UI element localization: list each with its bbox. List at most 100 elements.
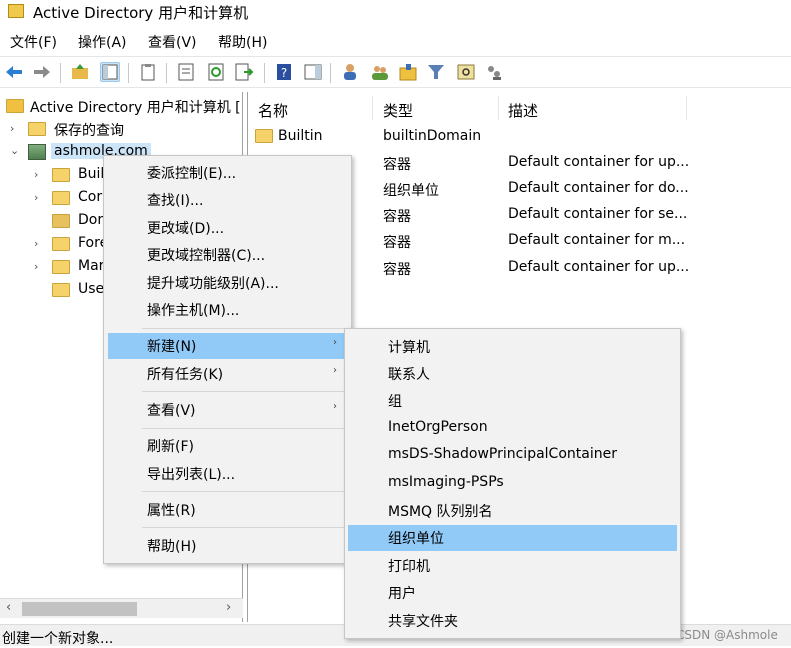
column-header-name[interactable]: 名称 xyxy=(258,100,288,121)
ou-folder-icon xyxy=(52,214,70,228)
menu-item-refresh[interactable]: 刷新(F) xyxy=(108,433,347,459)
menu-item-label: 提升域功能级别(A)... xyxy=(147,276,279,292)
tree-root-label: Active Directory 用户和计算机 [ xyxy=(30,100,241,116)
chevron-right-icon[interactable]: › xyxy=(34,191,38,204)
chevron-right-icon: › xyxy=(333,337,337,348)
menu-item-export-list[interactable]: 导出列表(L)... xyxy=(108,461,347,487)
up-folder-icon[interactable] xyxy=(70,62,90,82)
tree-item-label: Use xyxy=(78,281,105,297)
app-icon xyxy=(8,4,24,18)
chevron-right-icon[interactable]: › xyxy=(10,122,14,135)
properties-icon[interactable] xyxy=(176,62,196,82)
menu-item-all-tasks[interactable]: 所有任务(K) › xyxy=(108,361,347,387)
submenu-item-ou[interactable]: 组织单位 xyxy=(348,525,677,551)
tree-item-label: Mar xyxy=(78,258,105,274)
menu-item-label: 组织单位 xyxy=(388,531,444,547)
submenu-item-printer[interactable]: 打印机 xyxy=(348,553,677,579)
new-ou-icon[interactable] xyxy=(398,62,418,82)
back-arrow-icon[interactable] xyxy=(4,62,24,82)
help-icon[interactable]: ? xyxy=(274,62,294,82)
menu-item-label: 操作主机(M)... xyxy=(147,303,240,319)
submenu-item-inetorgperson[interactable]: InetOrgPerson xyxy=(348,416,677,442)
menu-item-help[interactable]: 帮助(H) xyxy=(108,533,347,559)
menu-item-label: 联系人 xyxy=(388,367,430,383)
row-type: 容器 xyxy=(383,209,411,225)
submenu-item-shared-folder[interactable]: 共享文件夹 xyxy=(348,608,677,634)
status-text: 创建一个新对象... xyxy=(2,631,114,647)
menu-item-label: 更改域(D)... xyxy=(147,221,225,237)
menu-item-delegate-control[interactable]: 委派控制(E)... xyxy=(108,160,347,186)
menu-separator xyxy=(142,328,347,329)
submenu-item-user[interactable]: 用户 xyxy=(348,580,677,606)
column-header-type[interactable]: 类型 xyxy=(383,100,413,121)
ad-root-icon xyxy=(6,99,24,113)
submenu-item-computer[interactable]: 计算机 xyxy=(348,334,677,360)
menu-item-label: 用户 xyxy=(388,586,416,602)
toolbar-separator xyxy=(60,63,61,83)
menu-file[interactable]: 文件(F) xyxy=(10,32,57,52)
submenu-item-group[interactable]: 组 xyxy=(348,388,677,414)
horizontal-scrollbar[interactable]: ‹ › xyxy=(0,598,243,618)
menu-item-operations-masters[interactable]: 操作主机(M)... xyxy=(108,297,347,323)
row-type: builtinDomain xyxy=(383,128,482,144)
menu-item-label: 导出列表(L)... xyxy=(147,467,236,483)
menu-item-label: 帮助(H) xyxy=(147,539,197,555)
tree-item-label: 保存的查询 xyxy=(54,123,124,139)
row-desc: Default container for up... xyxy=(508,259,690,275)
menu-item-change-domain[interactable]: 更改域(D)... xyxy=(108,215,347,241)
menu-item-new[interactable]: 新建(N) › xyxy=(108,333,347,359)
tree-root[interactable]: Active Directory 用户和计算机 [ xyxy=(0,95,243,117)
submenu-item-msmq-alias[interactable]: MSMQ 队列别名 xyxy=(348,498,677,524)
menu-item-find[interactable]: 查找(I)... xyxy=(108,187,347,213)
scrollbar-thumb[interactable] xyxy=(22,602,137,616)
refresh-icon[interactable] xyxy=(206,62,226,82)
forward-arrow-icon[interactable] xyxy=(32,62,52,82)
action-pane-icon[interactable] xyxy=(303,62,323,82)
menu-item-label: 共享文件夹 xyxy=(388,614,458,630)
menu-item-view[interactable]: 查看(V) › xyxy=(108,397,347,423)
menu-item-label: msDS-ShadowPrincipalContainer xyxy=(388,446,617,462)
context-menu: 委派控制(E)... 查找(I)... 更改域(D)... 更改域控制器(C).… xyxy=(103,155,352,564)
scroll-left-icon[interactable]: ‹ xyxy=(6,600,11,615)
chevron-right-icon[interactable]: › xyxy=(34,168,38,181)
submenu-item-msimaging[interactable]: msImaging-PSPs xyxy=(348,471,677,497)
menu-action[interactable]: 操作(A) xyxy=(78,32,127,52)
column-divider[interactable] xyxy=(372,96,373,120)
chevron-down-icon[interactable]: ⌄ xyxy=(10,144,19,157)
folder-icon xyxy=(52,283,70,297)
clipboard-icon[interactable] xyxy=(138,62,158,82)
new-group-icon[interactable] xyxy=(370,62,390,82)
new-user-icon[interactable] xyxy=(340,62,360,82)
menu-item-label: MSMQ 队列别名 xyxy=(388,504,493,520)
column-header-desc[interactable]: 描述 xyxy=(508,100,538,121)
domain-icon xyxy=(28,144,46,160)
folder-icon xyxy=(52,260,70,274)
filter-icon[interactable] xyxy=(426,62,446,82)
export-list-icon[interactable] xyxy=(234,62,254,82)
delegate-icon[interactable] xyxy=(484,62,504,82)
column-divider[interactable] xyxy=(686,96,687,120)
menu-item-change-dc[interactable]: 更改域控制器(C)... xyxy=(108,242,347,268)
row-name: Builtin xyxy=(278,128,323,144)
row-desc: Default container for se... xyxy=(508,206,688,222)
menu-item-label: 所有任务(K) xyxy=(147,367,224,383)
scroll-right-icon[interactable]: › xyxy=(226,600,231,615)
menu-view[interactable]: 查看(V) xyxy=(148,32,197,52)
find-icon[interactable] xyxy=(456,62,476,82)
window-title: Active Directory 用户和计算机 xyxy=(33,4,249,22)
row-type: 组织单位 xyxy=(383,183,439,199)
submenu-item-contact[interactable]: 联系人 xyxy=(348,361,677,387)
menu-item-label: 委派控制(E)... xyxy=(147,166,237,182)
row-type: 容器 xyxy=(383,235,411,251)
menu-separator xyxy=(142,391,347,392)
menu-help[interactable]: 帮助(H) xyxy=(218,32,267,52)
menu-item-raise-level[interactable]: 提升域功能级别(A)... xyxy=(108,270,347,296)
chevron-right-icon[interactable]: › xyxy=(34,260,38,273)
column-divider[interactable] xyxy=(498,96,499,120)
folder-icon xyxy=(28,122,46,136)
tree-item-saved-queries[interactable]: › 保存的查询 xyxy=(0,118,243,140)
menu-item-properties[interactable]: 属性(R) xyxy=(108,497,347,523)
chevron-right-icon[interactable]: › xyxy=(34,237,38,250)
show-tree-icon[interactable] xyxy=(100,62,120,82)
submenu-item-shadow-principal[interactable]: msDS-ShadowPrincipalContainer xyxy=(348,443,677,469)
